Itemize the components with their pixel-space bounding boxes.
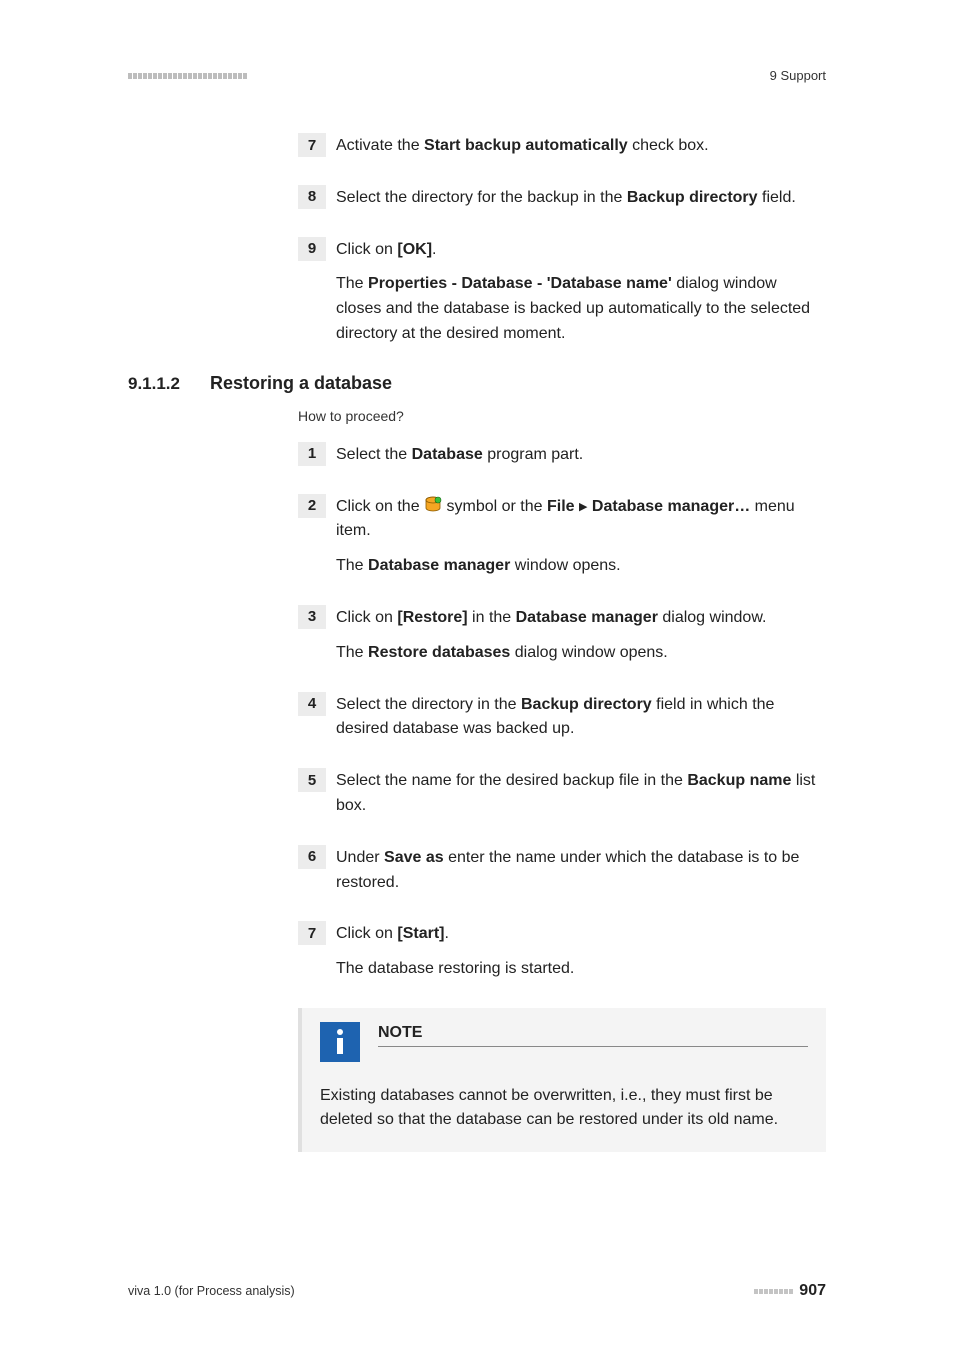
header-section-label: 9 Support	[770, 68, 826, 83]
step-body: Click on [Start].The database restoring …	[336, 921, 826, 982]
step-body: Select the Database program part.	[336, 442, 826, 468]
page-header: 9 Support	[128, 68, 826, 83]
footer-decor	[754, 1289, 793, 1294]
step: 4 Select the directory in the Backup dire…	[298, 692, 826, 743]
how-to-proceed: How to proceed?	[298, 408, 826, 424]
info-icon	[320, 1022, 360, 1062]
step-number: 1	[298, 442, 326, 466]
section-title: Restoring a database	[210, 373, 392, 394]
step-body: Select the name for the desired backup f…	[336, 768, 826, 819]
note-box: NOTE Existing databases cannot be overwr…	[298, 1008, 826, 1152]
step-body: Select the directory for the backup in t…	[336, 185, 826, 211]
page-footer: viva 1.0 (for Process analysis) 907	[128, 1282, 826, 1300]
step: 7 Click on [Start].The database restoring…	[298, 921, 826, 982]
step: 9 Click on [OK].The Properties - Database…	[298, 237, 826, 347]
step: 5 Select the name for the desired backup …	[298, 768, 826, 819]
step: 2 Click on the symbol or the File ▶ Datab…	[298, 494, 826, 579]
step-body: Under Save as enter the name under which…	[336, 845, 826, 896]
step-number: 3	[298, 605, 326, 629]
note-title: NOTE	[378, 1024, 808, 1047]
step-number: 8	[298, 185, 326, 209]
step-number: 7	[298, 921, 326, 945]
step-body: Select the directory in the Backup direc…	[336, 692, 826, 743]
step: 8 Select the directory for the backup in …	[298, 185, 826, 211]
step-body: Click on the symbol or the File ▶ Databa…	[336, 494, 826, 579]
step: 7 Activate the Start backup automatically…	[298, 133, 826, 159]
step-number: 9	[298, 237, 326, 261]
step-body: Click on [OK].The Properties - Database …	[336, 237, 826, 347]
header-decor	[128, 73, 247, 79]
step-number: 4	[298, 692, 326, 716]
section-heading: 9.1.1.2 Restoring a database	[128, 373, 826, 394]
step-number: 7	[298, 133, 326, 157]
steps-block-a: 7 Activate the Start backup automatically…	[298, 133, 826, 347]
database-icon	[424, 496, 442, 514]
footer-product: viva 1.0 (for Process analysis)	[128, 1284, 295, 1298]
page-number: 907	[799, 1282, 826, 1300]
step-body: Click on [Restore] in the Database manag…	[336, 605, 826, 666]
step-body: Activate the Start backup automatically …	[336, 133, 826, 159]
step: 6 Under Save as enter the name under whic…	[298, 845, 826, 896]
step-number: 5	[298, 768, 326, 792]
note-body: Existing databases cannot be overwritten…	[320, 1084, 808, 1132]
step-number: 2	[298, 494, 326, 518]
step: 1 Select the Database program part.	[298, 442, 826, 468]
step: 3 Click on [Restore] in the Database mana…	[298, 605, 826, 666]
section-number: 9.1.1.2	[128, 374, 180, 394]
step-number: 6	[298, 845, 326, 869]
note-wrapper: NOTE Existing databases cannot be overwr…	[298, 1008, 826, 1152]
steps-block-b: 1 Select the Database program part. 2 Click…	[298, 442, 826, 982]
